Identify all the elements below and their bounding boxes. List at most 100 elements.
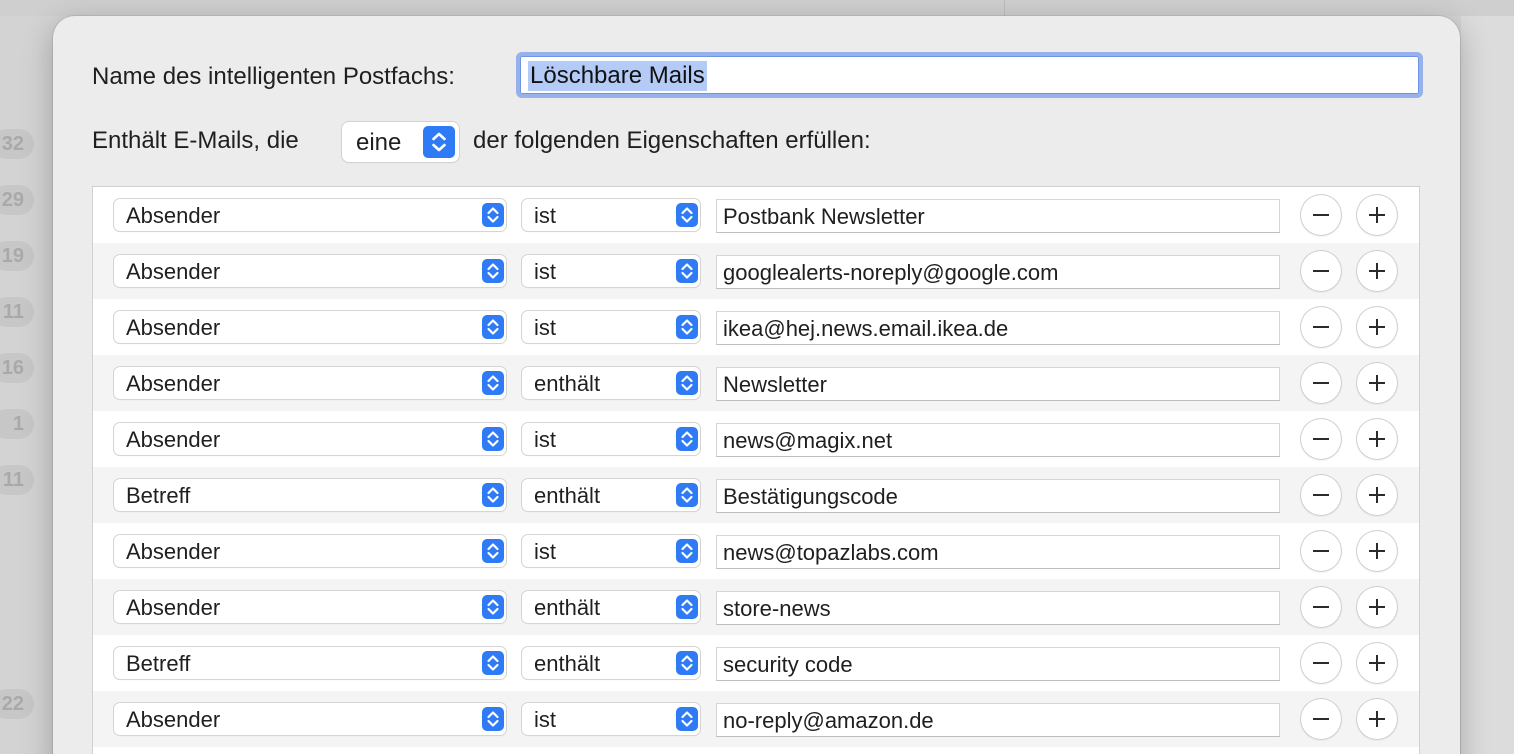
- unread-count-badge: 22: [0, 689, 34, 719]
- add-rule-button[interactable]: [1357, 587, 1397, 627]
- remove-rule-button[interactable]: [1301, 643, 1341, 683]
- rule-operator-value: ist: [534, 539, 556, 564]
- match-scope-select[interactable]: eine: [342, 122, 459, 162]
- rule-operator-select[interactable]: ist: [522, 255, 700, 287]
- rule-field-select[interactable]: Absender: [114, 311, 506, 343]
- rule-row: Absender ist no-reply@amazon.de: [93, 691, 1419, 747]
- rule-field-select[interactable]: Absender: [114, 703, 506, 735]
- rule-operator-select[interactable]: enthält: [522, 479, 700, 511]
- unread-count-badge: 19: [0, 241, 34, 271]
- remove-rule-button[interactable]: [1301, 699, 1341, 739]
- add-rule-button[interactable]: [1357, 195, 1397, 235]
- rule-value-input[interactable]: ikea@hej.news.email.ikea.de: [716, 311, 1280, 345]
- rule-operator-select[interactable]: enthält: [522, 647, 700, 679]
- chevron-up-down-icon: [676, 427, 698, 451]
- rule-value-input[interactable]: googlealerts-noreply@google.com: [716, 255, 1280, 289]
- plus-icon: [1369, 375, 1385, 391]
- rule-operator-value: ist: [534, 315, 556, 340]
- rule-value-text: Postbank Newsletter: [723, 204, 925, 229]
- add-rule-button[interactable]: [1357, 643, 1397, 683]
- add-rule-button[interactable]: [1357, 531, 1397, 571]
- chevron-up-down-icon: [482, 651, 504, 675]
- rule-field-value: Absender: [126, 315, 221, 340]
- rule-field-select[interactable]: Absender: [114, 199, 506, 231]
- rule-operator-select[interactable]: ist: [522, 199, 700, 231]
- chevron-up-down-icon: [482, 595, 504, 619]
- rule-row: Absender ist news@topazlabs.com: [93, 523, 1419, 579]
- background-toolbar: [0, 0, 1514, 16]
- rule-operator-select[interactable]: ist: [522, 703, 700, 735]
- chevron-up-down-icon: [676, 483, 698, 507]
- rule-value-input[interactable]: Postbank Newsletter: [716, 199, 1280, 233]
- rule-value-input[interactable]: Bestätigungscode: [716, 479, 1280, 513]
- mailbox-name-value: Löschbare Mails: [528, 61, 707, 91]
- add-rule-button[interactable]: [1357, 307, 1397, 347]
- rule-field-select[interactable]: Absender: [114, 367, 506, 399]
- chevron-up-down-icon: [676, 371, 698, 395]
- add-rule-button[interactable]: [1357, 363, 1397, 403]
- remove-rule-button[interactable]: [1301, 475, 1341, 515]
- rule-field-value: Absender: [126, 259, 221, 284]
- remove-rule-button[interactable]: [1301, 307, 1341, 347]
- remove-rule-button[interactable]: [1301, 251, 1341, 291]
- rule-value-text: security code: [723, 652, 853, 677]
- remove-rule-button[interactable]: [1301, 195, 1341, 235]
- remove-rule-button[interactable]: [1301, 587, 1341, 627]
- chevron-up-down-icon: [676, 539, 698, 563]
- rule-field-value: Absender: [126, 427, 221, 452]
- rule-operator-select[interactable]: enthält: [522, 591, 700, 623]
- plus-icon: [1369, 711, 1385, 727]
- rule-operator-select[interactable]: ist: [522, 535, 700, 567]
- remove-rule-button[interactable]: [1301, 363, 1341, 403]
- minus-icon: [1313, 718, 1329, 720]
- plus-icon: [1369, 599, 1385, 615]
- rule-row: Absender ist Postbank Newsletter: [93, 187, 1419, 243]
- rule-field-select[interactable]: Absender: [114, 591, 506, 623]
- rule-field-select[interactable]: Betreff: [114, 479, 506, 511]
- add-rule-button[interactable]: [1357, 475, 1397, 515]
- minus-icon: [1313, 214, 1329, 216]
- rules-list: Absender ist Postbank Newsletter Absende…: [92, 186, 1420, 754]
- conditions-suffix-label: der folgenden Eigenschaften erfüllen:: [473, 127, 871, 154]
- rule-value-input[interactable]: no-reply@amazon.de: [716, 703, 1280, 737]
- rule-value-text: store-news: [723, 596, 831, 621]
- rule-operator-select[interactable]: ist: [522, 423, 700, 455]
- plus-icon: [1369, 487, 1385, 503]
- chevron-up-down-icon: [482, 371, 504, 395]
- rule-field-select[interactable]: Betreff: [114, 647, 506, 679]
- remove-rule-button[interactable]: [1301, 531, 1341, 571]
- rule-field-select[interactable]: Absender: [114, 255, 506, 287]
- rule-value-input[interactable]: news@topazlabs.com: [716, 535, 1280, 569]
- rule-value-input[interactable]: store-news: [716, 591, 1280, 625]
- chevron-up-down-icon: [676, 315, 698, 339]
- rule-row: Betreff enthält security code: [93, 635, 1419, 691]
- add-rule-button[interactable]: [1357, 699, 1397, 739]
- rule-field-value: Absender: [126, 371, 221, 396]
- unread-count-badge: 11: [0, 297, 34, 327]
- unread-count-badge: 11: [0, 465, 34, 495]
- rule-operator-value: enthält: [534, 595, 601, 620]
- rule-field-value: Betreff: [126, 651, 191, 676]
- add-rule-button[interactable]: [1357, 419, 1397, 459]
- rule-operator-select[interactable]: ist: [522, 311, 700, 343]
- rule-field-value: Betreff: [126, 483, 191, 508]
- rule-value-input[interactable]: security code: [716, 647, 1280, 681]
- plus-icon: [1369, 319, 1385, 335]
- unread-count-badge: 1: [0, 409, 34, 439]
- unread-count-badge: 32: [0, 129, 34, 159]
- rule-field-value: Absender: [126, 707, 221, 732]
- rule-value-input[interactable]: Newsletter: [716, 367, 1280, 401]
- chevron-up-down-icon: [423, 126, 455, 158]
- mailbox-name-input[interactable]: Löschbare Mails: [516, 52, 1423, 98]
- rule-value-input[interactable]: news@magix.net: [716, 423, 1280, 457]
- rule-field-select[interactable]: Absender: [114, 535, 506, 567]
- smart-mailbox-sheet: Name des intelligenten Postfachs: Löschb…: [53, 16, 1460, 754]
- rule-operator-value: enthält: [534, 651, 601, 676]
- unread-count-badge: 29: [0, 185, 34, 215]
- add-rule-button[interactable]: [1357, 251, 1397, 291]
- rule-operator-select[interactable]: enthält: [522, 367, 700, 399]
- rule-operator-value: enthält: [534, 371, 601, 396]
- remove-rule-button[interactable]: [1301, 419, 1341, 459]
- contains-label: Enthält E-Mails, die: [92, 127, 299, 154]
- rule-field-select[interactable]: Absender: [114, 423, 506, 455]
